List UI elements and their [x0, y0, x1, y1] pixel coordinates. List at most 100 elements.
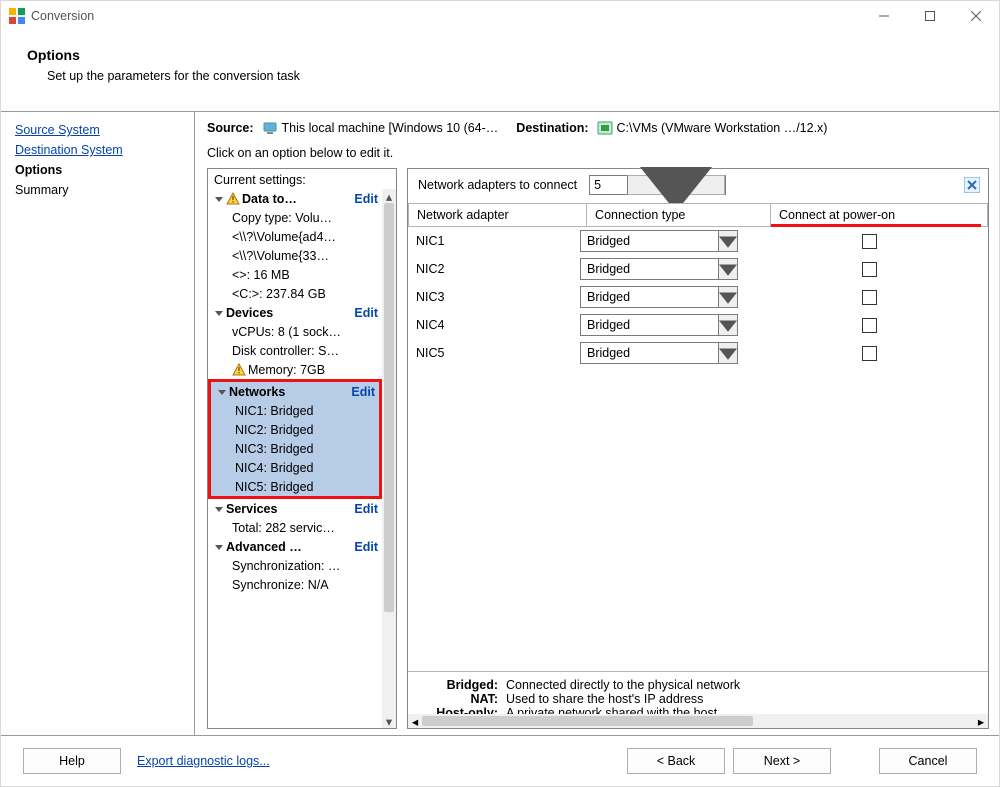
wizard-steps-sidebar: Source System Destination System Options…: [1, 112, 195, 735]
connect-poweron-checkbox[interactable]: [862, 290, 877, 305]
source-value: This local machine [Windows 10 (64-…: [282, 121, 499, 135]
connection-type-select[interactable]: Bridged: [580, 286, 738, 308]
tree-data-to-copy[interactable]: Data to… Edit: [208, 189, 382, 208]
tree-label: Data to…: [242, 192, 350, 206]
desc-val-bridged: Connected directly to the physical netwo…: [506, 678, 740, 692]
header-adapter[interactable]: Network adapter: [408, 204, 587, 227]
desc-key-nat: NAT:: [418, 692, 498, 706]
connection-type-select[interactable]: Bridged: [580, 314, 738, 336]
settings-tree-title: Current settings:: [208, 169, 396, 189]
help-button[interactable]: Help: [23, 748, 121, 774]
chevron-down-icon[interactable]: [718, 259, 737, 279]
tree-nic1[interactable]: NIC1: Bridged: [211, 401, 379, 420]
header-connection-type[interactable]: Connection type: [587, 204, 771, 227]
edit-link[interactable]: Edit: [354, 192, 378, 206]
grid-body: NIC1 Bridged NIC2 Bridged NIC3: [408, 227, 988, 367]
grid-headers: Network adapter Connection type Connect …: [408, 204, 988, 227]
settings-tree: Data to… Edit Copy type: Volu… <\\?\Volu…: [208, 189, 396, 728]
connect-poweron-checkbox[interactable]: [862, 262, 877, 277]
destination-value: C:\VMs (VMware Workstation …/12.x): [617, 121, 828, 135]
adapters-count-select[interactable]: 5: [589, 175, 726, 195]
chevron-down-icon[interactable]: [718, 231, 737, 251]
source-label: Source:: [207, 121, 254, 135]
page-header: Options Set up the parameters for the co…: [1, 31, 999, 111]
connect-poweron-checkbox[interactable]: [862, 318, 877, 333]
step-destination-system[interactable]: Destination System: [15, 140, 180, 160]
maximize-button[interactable]: [907, 1, 953, 31]
connection-type-select[interactable]: Bridged: [580, 342, 738, 364]
next-button[interactable]: Next >: [733, 748, 831, 774]
tree-advanced[interactable]: Advanced … Edit: [208, 537, 382, 556]
wizard-footer: Help Export diagnostic logs... < Back Ne…: [1, 736, 999, 786]
titlebar: Conversion: [1, 1, 999, 31]
adapters-grid: Network adapter Connection type Connect …: [408, 203, 988, 367]
edit-link[interactable]: Edit: [354, 502, 378, 516]
panel-close-icon[interactable]: [964, 177, 980, 193]
tree-services-total[interactable]: Total: 282 servic…: [208, 518, 382, 537]
tree-label: Devices: [226, 306, 350, 320]
connect-poweron-checkbox[interactable]: [862, 234, 877, 249]
scroll-right-icon[interactable]: ▸: [974, 714, 988, 728]
tree-copy-type[interactable]: Copy type: Volu…: [208, 208, 382, 227]
tree-volume-1[interactable]: <\\?\Volume{ad4…: [208, 227, 382, 246]
back-button[interactable]: < Back: [627, 748, 725, 774]
edit-hint: Click on an option below to edit it.: [207, 146, 989, 160]
tree-sync-1[interactable]: Synchronization: …: [208, 556, 382, 575]
export-logs-link[interactable]: Export diagnostic logs...: [137, 754, 270, 768]
tree-disk-controller[interactable]: Disk controller: S…: [208, 341, 382, 360]
tree-vcpus[interactable]: vCPUs: 8 (1 sock…: [208, 322, 382, 341]
expand-icon: [217, 388, 227, 396]
expand-icon: [214, 543, 224, 551]
desc-key-bridged: Bridged:: [418, 678, 498, 692]
tree-memory[interactable]: Memory: 7GB: [208, 360, 382, 379]
tree-nic5[interactable]: NIC5: Bridged: [211, 477, 379, 496]
tree-size-1[interactable]: <>: 16 MB: [208, 265, 382, 284]
tree-nic3[interactable]: NIC3: Bridged: [211, 439, 379, 458]
tree-label: Services: [226, 502, 350, 516]
chevron-down-icon[interactable]: [718, 287, 737, 307]
tree-nic2[interactable]: NIC2: Bridged: [211, 420, 379, 439]
scroll-thumb[interactable]: [384, 203, 394, 612]
scroll-left-icon[interactable]: ◂: [408, 714, 422, 728]
scroll-up-icon[interactable]: ▴: [382, 189, 396, 203]
chevron-down-icon[interactable]: [718, 343, 737, 363]
connection-type-select[interactable]: Bridged: [580, 230, 738, 252]
edit-link[interactable]: Edit: [351, 385, 375, 399]
tree-scrollbar[interactable]: ▴ ▾: [382, 189, 396, 728]
connect-poweron-checkbox[interactable]: [862, 346, 877, 361]
grid-row: NIC1 Bridged: [408, 227, 988, 255]
page-subtitle: Set up the parameters for the conversion…: [47, 69, 973, 83]
step-summary[interactable]: Summary: [15, 180, 180, 200]
vm-icon: [597, 120, 613, 136]
adapters-count-label: Network adapters to connect: [418, 178, 577, 192]
chevron-down-icon[interactable]: [627, 175, 725, 195]
tree-size-2[interactable]: <C:>: 237.84 GB: [208, 284, 382, 303]
nic-name: NIC2: [408, 262, 580, 276]
tree-sync-2[interactable]: Synchronize: N/A: [208, 575, 382, 594]
scroll-down-icon[interactable]: ▾: [382, 714, 396, 728]
minimize-button[interactable]: [861, 1, 907, 31]
tree-label: Advanced …: [226, 540, 350, 554]
panels: Current settings: Data to… Edit Copy typ…: [207, 168, 989, 729]
nic-name: NIC5: [408, 346, 580, 360]
cancel-button[interactable]: Cancel: [879, 748, 977, 774]
network-detail-panel: Network adapters to connect 5 Network ad…: [407, 168, 989, 729]
edit-link[interactable]: Edit: [354, 306, 378, 320]
tree-volume-2[interactable]: <\\?\Volume{33…: [208, 246, 382, 265]
chevron-down-icon[interactable]: [718, 315, 737, 335]
tree-networks[interactable]: Networks Edit: [211, 382, 379, 401]
step-options[interactable]: Options: [15, 160, 180, 180]
close-button[interactable]: [953, 1, 999, 31]
grid-row: NIC5 Bridged: [408, 339, 988, 367]
tree-nic4[interactable]: NIC4: Bridged: [211, 458, 379, 477]
scroll-thumb[interactable]: [422, 716, 753, 726]
desc-val-nat: Used to share the host's IP address: [506, 692, 703, 706]
desc-scrollbar[interactable]: ◂ ▸: [408, 714, 988, 728]
tree-networks-group: Networks Edit NIC1: Bridged NIC2: Bridge…: [208, 379, 382, 499]
header-connect-poweron[interactable]: Connect at power-on: [771, 204, 988, 227]
tree-devices[interactable]: Devices Edit: [208, 303, 382, 322]
connection-type-select[interactable]: Bridged: [580, 258, 738, 280]
step-source-system[interactable]: Source System: [15, 120, 180, 140]
tree-services[interactable]: Services Edit: [208, 499, 382, 518]
edit-link[interactable]: Edit: [354, 540, 378, 554]
